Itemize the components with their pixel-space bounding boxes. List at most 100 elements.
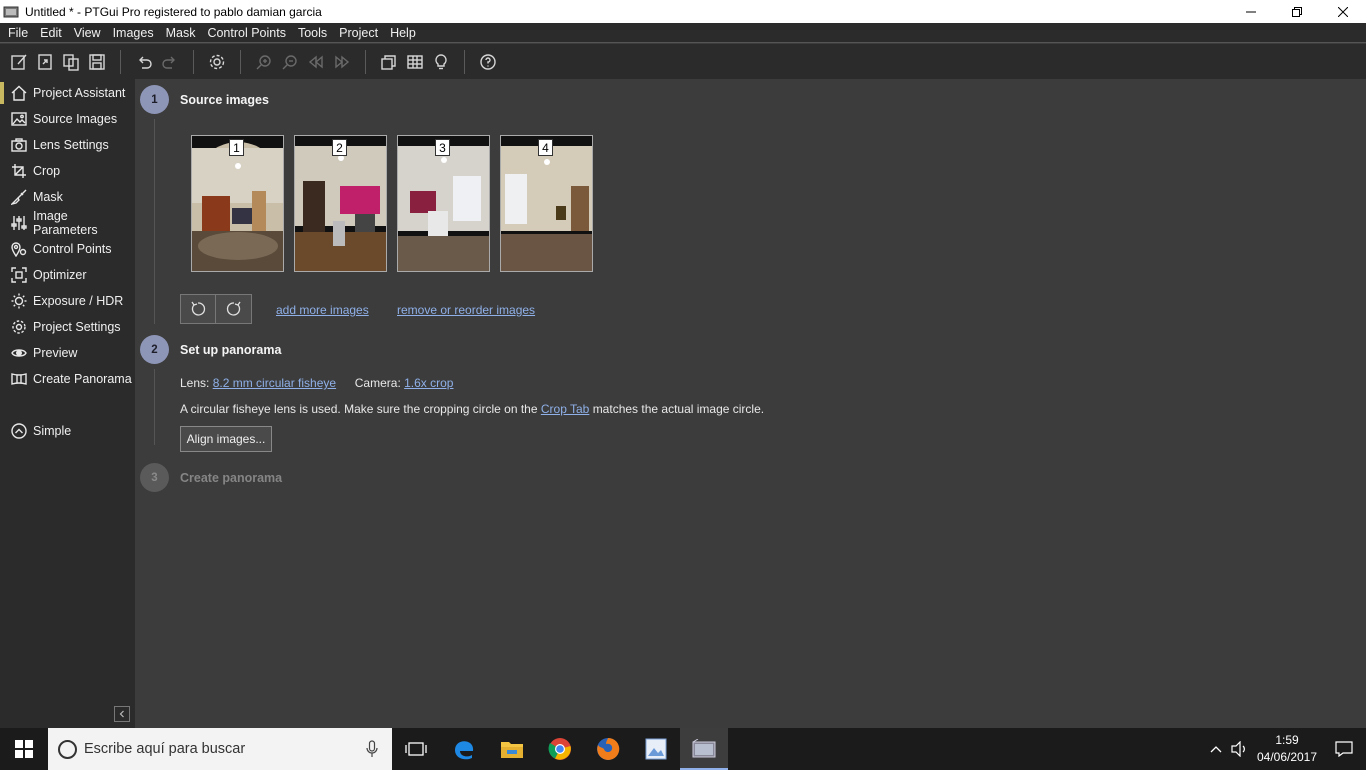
menu-view[interactable]: View xyxy=(68,23,107,43)
volume-button[interactable] xyxy=(1228,728,1252,770)
simple-mode-toggle[interactable]: Simple xyxy=(0,418,135,444)
sidebar-item-label: Crop xyxy=(33,164,61,178)
toolbar-separator xyxy=(120,49,121,74)
sidebar-item-lens-settings[interactable]: Lens Settings xyxy=(0,132,135,158)
menu-tools[interactable]: Tools xyxy=(292,23,333,43)
chrome-app[interactable] xyxy=(536,728,584,770)
sidebar-item-project-settings[interactable]: Project Settings xyxy=(0,314,135,340)
minimize-icon xyxy=(1246,11,1256,12)
sidebar-item-image-parameters[interactable]: Image Parameters xyxy=(0,209,135,237)
microphone-icon[interactable] xyxy=(366,740,378,758)
source-image-thumbnail[interactable]: 1 xyxy=(191,135,284,272)
rotate-left-button[interactable] xyxy=(181,295,216,323)
search-placeholder: Escribe aquí para buscar xyxy=(84,741,246,757)
undo-button[interactable] xyxy=(131,49,157,75)
sidebar-item-label: Create Panorama xyxy=(33,372,132,386)
menu-project[interactable]: Project xyxy=(333,23,384,43)
menu-images[interactable]: Images xyxy=(107,23,160,43)
photos-app[interactable] xyxy=(632,728,680,770)
previous-button[interactable] xyxy=(303,49,329,75)
clock[interactable]: 1:59 04/06/2017 xyxy=(1252,732,1322,766)
step-3-badge: 3 xyxy=(140,463,169,492)
settings-button[interactable] xyxy=(204,49,230,75)
next-button[interactable] xyxy=(329,49,355,75)
taskbar-search-box[interactable]: Escribe aquí para buscar xyxy=(48,728,392,770)
step-3-title: Create panorama xyxy=(180,471,283,485)
rotate-right-button[interactable] xyxy=(216,295,251,323)
menu-mask[interactable]: Mask xyxy=(160,23,202,43)
system-tray: 1:59 04/06/2017 xyxy=(1204,728,1366,770)
source-image-thumbnail[interactable]: 4 xyxy=(500,135,593,272)
sidebar-item-exposure-hdr[interactable]: Exposure / HDR xyxy=(0,288,135,314)
windows-logo-icon xyxy=(15,740,33,758)
sliders-icon xyxy=(11,216,27,230)
firefox-app[interactable] xyxy=(584,728,632,770)
clock-time: 1:59 xyxy=(1275,733,1299,747)
sidebar-item-preview[interactable]: Preview xyxy=(0,340,135,366)
image-icon xyxy=(11,112,27,126)
task-view-button[interactable] xyxy=(392,728,440,770)
zoom-in-button[interactable] xyxy=(251,49,277,75)
fisheye-photo-4 xyxy=(501,136,592,271)
menu-edit[interactable]: Edit xyxy=(34,23,68,43)
collapse-sidebar-button[interactable] xyxy=(114,706,130,722)
menu-help[interactable]: Help xyxy=(384,23,422,43)
minimize-button[interactable] xyxy=(1228,0,1274,23)
sidebar-item-label: Project Assistant xyxy=(33,86,126,100)
sidebar-item-create-panorama[interactable]: Create Panorama xyxy=(0,366,135,392)
sidebar-item-label: Preview xyxy=(33,346,78,360)
firefox-icon xyxy=(597,737,620,760)
add-more-images-link[interactable]: add more images xyxy=(276,303,369,317)
home-icon xyxy=(11,85,27,101)
fisheye-photo-2 xyxy=(295,136,386,271)
sidebar-item-project-assistant[interactable]: Project Assistant xyxy=(0,80,135,106)
duplicate-button[interactable] xyxy=(58,49,84,75)
help-button[interactable] xyxy=(475,49,501,75)
close-icon xyxy=(1338,6,1348,17)
action-center-button[interactable] xyxy=(1322,728,1366,770)
toolbar-separator xyxy=(240,49,241,74)
zoom-out-button[interactable] xyxy=(277,49,303,75)
new-project-icon xyxy=(11,54,27,70)
simple-mode-label: Simple xyxy=(33,424,72,438)
sidebar-item-source-images[interactable]: Source Images xyxy=(0,106,135,132)
task-view-icon xyxy=(405,742,427,756)
table-button[interactable] xyxy=(402,49,428,75)
remove-reorder-images-link[interactable]: remove or reorder images xyxy=(397,303,535,317)
sidebar-item-label: Exposure / HDR xyxy=(33,294,124,308)
menu-file[interactable]: File xyxy=(2,23,34,43)
save-button[interactable] xyxy=(84,49,110,75)
sidebar-item-mask[interactable]: Mask xyxy=(0,184,135,210)
sidebar-item-label: Mask xyxy=(33,190,63,204)
new-project-button[interactable] xyxy=(6,49,32,75)
open-button[interactable] xyxy=(32,49,58,75)
file-explorer-app[interactable] xyxy=(488,728,536,770)
sidebar-item-control-points[interactable]: Control Points xyxy=(0,236,135,262)
chrome-icon xyxy=(548,738,571,760)
chevron-up-circle-icon xyxy=(11,423,27,439)
sidebar-item-crop[interactable]: Crop xyxy=(0,158,135,184)
source-image-thumbnail[interactable]: 2 xyxy=(294,135,387,272)
camera-value-link[interactable]: 1.6x crop xyxy=(404,376,453,390)
settings-icon xyxy=(209,54,225,69)
ptgui-icon xyxy=(692,739,716,758)
brush-icon xyxy=(11,189,27,205)
restore-button[interactable] xyxy=(1274,0,1320,23)
align-images-button[interactable]: Align images... xyxy=(180,426,272,452)
lens-value-link[interactable]: 8.2 mm circular fisheye xyxy=(213,376,336,390)
edge-icon xyxy=(455,741,474,760)
sidebar-item-optimizer[interactable]: Optimizer xyxy=(0,262,135,288)
edge-app[interactable] xyxy=(440,728,488,770)
tip-button[interactable] xyxy=(428,49,454,75)
source-image-thumbnail[interactable]: 3 xyxy=(397,135,490,272)
show-hidden-icons-button[interactable] xyxy=(1204,728,1228,770)
start-button[interactable] xyxy=(0,728,48,770)
panorama-editor-button[interactable] xyxy=(376,49,402,75)
ptgui-app[interactable] xyxy=(680,728,728,770)
close-button[interactable] xyxy=(1320,0,1366,23)
crop-tab-link[interactable]: Crop Tab xyxy=(541,402,589,416)
rotate-buttons xyxy=(180,294,252,324)
zoom-out-icon xyxy=(282,54,297,69)
menu-control-points[interactable]: Control Points xyxy=(201,23,292,43)
redo-button[interactable] xyxy=(157,49,183,75)
